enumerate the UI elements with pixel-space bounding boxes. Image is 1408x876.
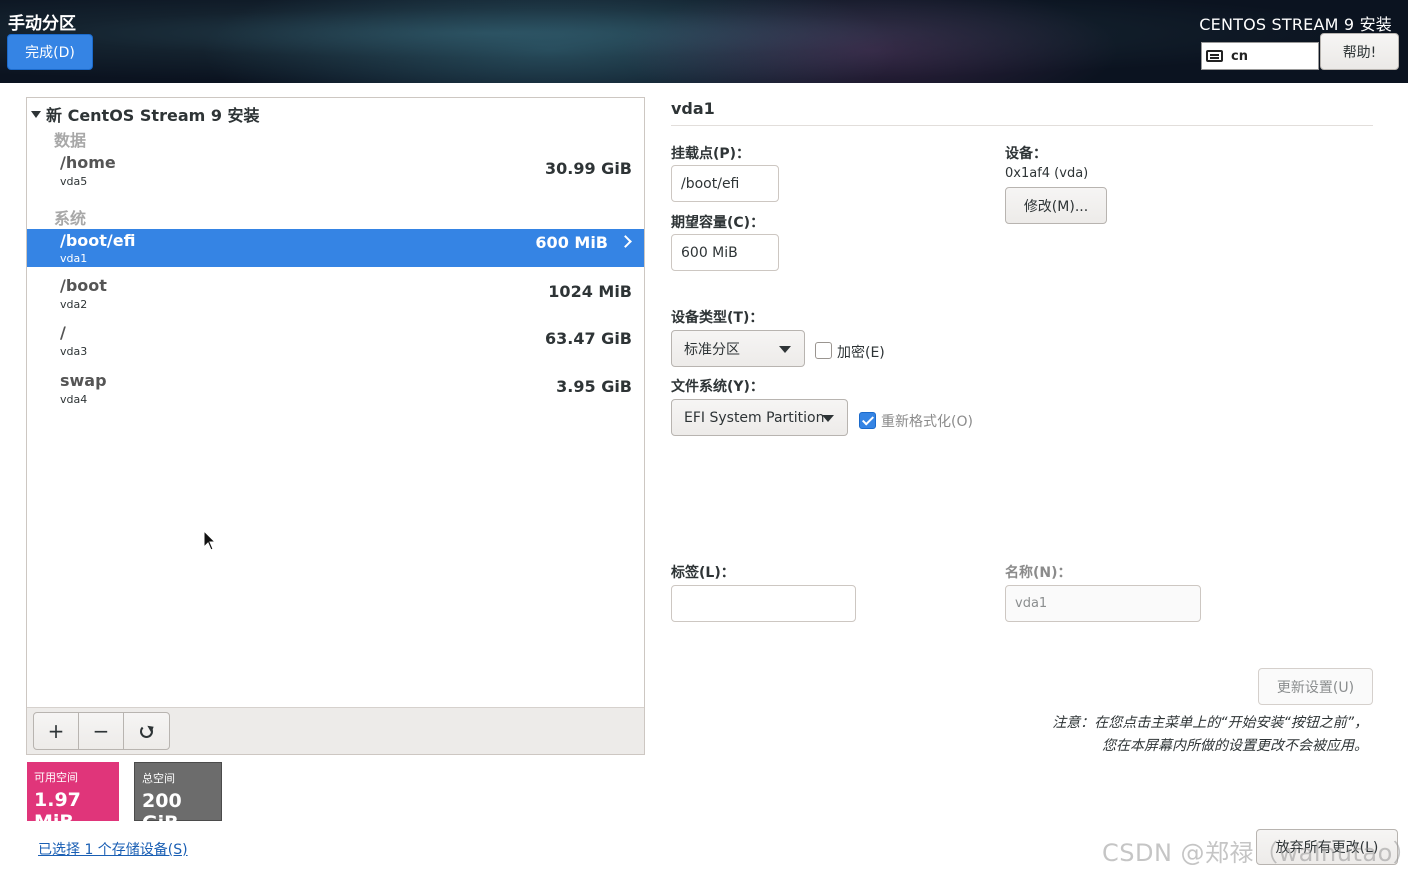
note-line-1: 注意：在您点击主菜单上的“开始安装“按钮之前”， xyxy=(1052,715,1368,731)
partition-row-swap[interactable]: swap vda4 3.95 GiB xyxy=(27,371,644,409)
reformat-label[interactable]: 重新格式化(O) xyxy=(881,411,973,431)
detail-separator xyxy=(671,125,1373,126)
done-button[interactable]: 完成(D) xyxy=(7,34,93,70)
capacity-input[interactable]: 600 MiB xyxy=(671,234,779,271)
partition-row-root[interactable]: / vda3 63.47 GiB xyxy=(27,323,644,361)
device-name: vda3 xyxy=(60,345,88,358)
total-space-label: 总空间 xyxy=(142,772,175,785)
help-button[interactable]: 帮助! xyxy=(1320,33,1399,70)
device-name: vda2 xyxy=(60,298,88,311)
device-type-combo[interactable]: 标准分区 xyxy=(671,330,805,367)
available-space-label: 可用空间 xyxy=(34,771,78,784)
partition-toolbar: + − xyxy=(27,707,644,754)
partition-size: 1024 MiB xyxy=(548,282,632,301)
partition-detail-title: vda1 xyxy=(671,99,715,118)
name-label: 名称(N)： xyxy=(1005,565,1072,581)
device-name: vda4 xyxy=(60,393,88,406)
available-space-box: 可用空间 1.97 MiB xyxy=(27,762,119,833)
tree-root-label: 新 CentOS Stream 9 安装 xyxy=(46,106,260,125)
refresh-button[interactable] xyxy=(124,713,169,749)
device-name: vda1 xyxy=(60,252,88,265)
partition-action-group: + − xyxy=(33,712,170,750)
tag-input[interactable] xyxy=(671,585,856,622)
tag-label: 标签(L)： xyxy=(671,565,735,581)
capacity-label: 期望容量(C)： xyxy=(671,215,765,231)
keyboard-layout-label: cn xyxy=(1231,48,1248,64)
device-name: vda5 xyxy=(60,175,88,188)
mount-point-label: 挂载点(P)： xyxy=(671,146,751,162)
available-space-value: 1.97 MiB xyxy=(34,789,81,833)
filesystem-value: EFI System Partition xyxy=(684,409,825,426)
mount-point: swap xyxy=(60,371,107,390)
section-header-data: 数据 xyxy=(54,131,87,150)
total-space-box: 总空间 200 GiB xyxy=(134,762,222,834)
add-partition-button[interactable]: + xyxy=(34,713,79,749)
section-header-system: 系统 xyxy=(54,209,87,228)
device-type-value: 标准分区 xyxy=(684,341,740,358)
chevron-right-icon xyxy=(619,235,632,248)
partition-size: 600 MiB xyxy=(535,233,608,252)
mount-point: /boot xyxy=(60,276,107,295)
partition-row-boot[interactable]: /boot vda2 1024 MiB xyxy=(27,276,644,314)
device-label: 设备： xyxy=(1005,146,1047,162)
expander-triangle-icon[interactable] xyxy=(31,110,41,118)
partition-size: 63.47 GiB xyxy=(545,329,632,348)
partition-row-home[interactable]: /home vda5 30.99 GiB xyxy=(27,153,644,191)
selected-storage-link[interactable]: 已选择 1 个存储设备(S) xyxy=(38,839,188,859)
dropdown-caret-icon xyxy=(779,346,791,353)
keyboard-layout-indicator[interactable]: cn xyxy=(1201,42,1319,70)
name-input[interactable]: vda1 xyxy=(1005,585,1201,622)
apply-note: 注意：在您点击主菜单上的“开始安装“按钮之前”， 您在本屏幕内所做的设置更改不会… xyxy=(1052,712,1368,758)
partition-size: 3.95 GiB xyxy=(556,377,632,396)
partition-size: 30.99 GiB xyxy=(545,159,632,178)
note-line-2: 您在本屏幕内所做的设置更改不会被应用。 xyxy=(1102,738,1368,754)
partition-tree-panel: 新 CentOS Stream 9 安装 数据 /home vda5 30.99… xyxy=(26,97,645,755)
mount-point-input[interactable]: /boot/efi xyxy=(671,165,779,202)
encrypt-checkbox[interactable] xyxy=(815,342,832,359)
tree-root[interactable]: 新 CentOS Stream 9 安装 xyxy=(31,102,260,126)
filesystem-label: 文件系统(Y)： xyxy=(671,379,764,395)
mount-point: / xyxy=(60,323,66,342)
refresh-icon xyxy=(140,724,153,738)
watermark: CSDN @郑禄（walnutao） xyxy=(1102,839,1408,867)
update-settings-button[interactable]: 更新设置(U) xyxy=(1258,668,1373,705)
product-title: CENTOS STREAM 9 安装 xyxy=(1199,15,1392,34)
remove-partition-button[interactable]: − xyxy=(79,713,124,749)
device-value: 0x1af4 (vda) xyxy=(1005,166,1089,181)
total-space-value: 200 GiB xyxy=(142,790,182,834)
keyboard-icon xyxy=(1206,50,1223,62)
filesystem-combo[interactable]: EFI System Partition xyxy=(671,399,848,436)
page-title: 手动分区 xyxy=(8,14,76,34)
reformat-checkbox[interactable] xyxy=(859,412,876,429)
mount-point: /home xyxy=(60,153,116,172)
modify-device-button[interactable]: 修改(M)... xyxy=(1005,187,1107,224)
header-bar: 手动分区 完成(D) CENTOS STREAM 9 安装 cn 帮助! xyxy=(0,0,1408,83)
mount-point: /boot/efi xyxy=(60,231,136,250)
partition-row-boot-efi[interactable]: /boot/efi vda1 600 MiB xyxy=(27,229,644,267)
dropdown-caret-icon xyxy=(822,415,834,422)
device-type-label: 设备类型(T)： xyxy=(671,310,764,326)
encrypt-label[interactable]: 加密(E) xyxy=(837,342,885,362)
